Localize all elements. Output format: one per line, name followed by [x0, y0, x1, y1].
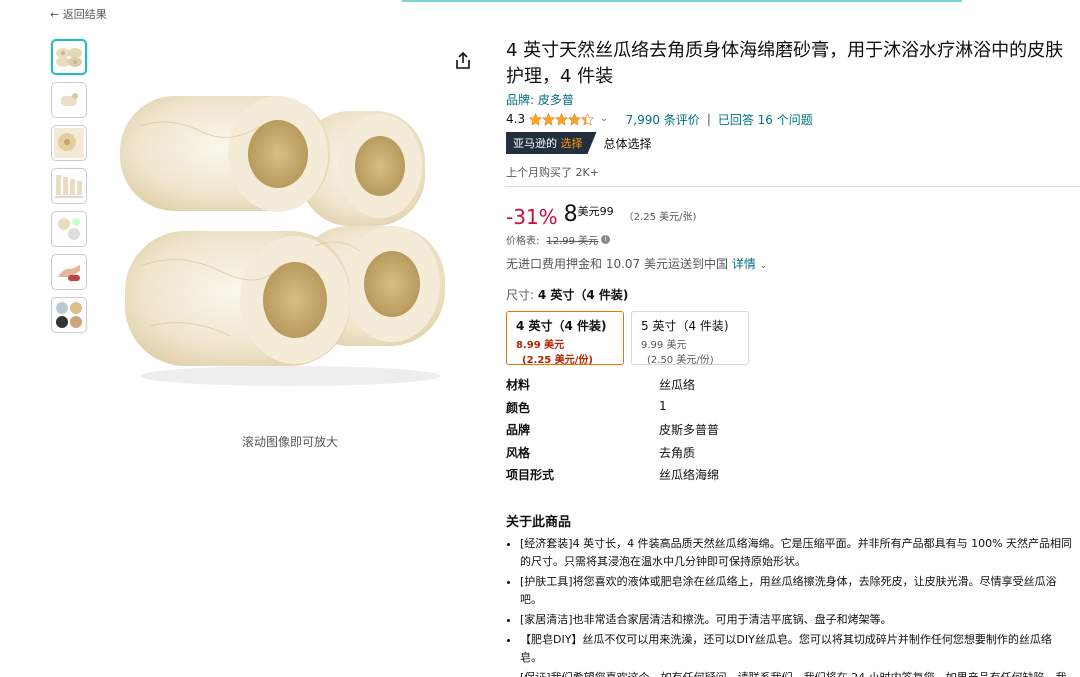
spec-row: 风格 去角质 — [506, 444, 1080, 467]
price-row: -31% 8 美元99 （2.25 美元/张) — [506, 199, 1080, 229]
about-bullet: 【肥皂DIY】丝瓜不仅可以用来洗澡，还可以DIY丝瓜皂。您可以将其切成碎片并制作… — [520, 631, 1072, 667]
loofah-image — [120, 96, 445, 386]
size-options: 4 英寸（4 件装) 8.99 美元 (2.25 美元/份) 5 英寸（4 件装… — [506, 311, 1080, 366]
size-option-unit-price: (2.50 美元/份) — [647, 355, 714, 366]
spec-row: 项目形式 丝瓜络海绵 — [506, 466, 1080, 489]
size-option-unit-price: (2.25 美元/份) — [522, 355, 593, 366]
thumbnail-image-collage — [56, 302, 82, 328]
reviews-link[interactable]: 7,990 条评价 — [626, 111, 700, 128]
spec-key: 颜色 — [506, 400, 531, 415]
spec-value: 皮斯多普普 — [659, 423, 720, 437]
spec-key: 项目形式 — [506, 468, 555, 482]
spec-key: 材料 — [506, 378, 531, 392]
list-price-label: 价格表: — [506, 236, 540, 247]
thumbnail-1[interactable] — [51, 39, 87, 75]
size-option-price: 9.99 美元 — [641, 340, 687, 351]
spec-table: 材料 丝瓜络 颜色 1 品牌 皮斯多普普 风格 去角质 项目形式 丝瓜络海绵 — [506, 376, 1080, 489]
about-bullets: [经济套装]4 英寸长，4 件装高品质天然丝瓜络海绵。它是压缩平面。并非所有产品… — [506, 535, 1072, 677]
brand-link[interactable]: 品牌: 皮多普 — [506, 91, 1080, 108]
divider — [506, 186, 1080, 187]
thumbnail-strip — [51, 39, 89, 340]
shipping-text: 无进口费用押金和 10.07 美元运送到中国 — [506, 257, 728, 271]
thumbnail-image-loofah-single — [61, 93, 78, 106]
badge-prefix: 亚马逊的 — [513, 137, 557, 150]
product-title: 4 英寸天然丝瓜络去角质身体海绵磨砂膏，用于沐浴水疗淋浴中的皮肤护理，4 件装 — [506, 40, 1064, 87]
separator: | — [706, 112, 711, 126]
star-half-icon — [581, 112, 595, 126]
star-rating[interactable] — [529, 112, 595, 126]
info-icon[interactable]: i — [601, 235, 611, 244]
discount-percent: -31% — [506, 205, 558, 229]
thumbnail-7[interactable] — [51, 297, 87, 333]
thumbnail-image-loofah-closeup — [54, 128, 84, 158]
price-fraction: 美元99 — [577, 205, 614, 218]
spec-row: 材料 丝瓜络 — [506, 376, 1080, 399]
spec-row: 颜色 1 — [506, 399, 1080, 422]
spec-row: 品牌 皮斯多普普 — [506, 421, 1080, 444]
thumbnail-2[interactable] — [51, 82, 87, 118]
overall-pick-label: 总体选择 — [603, 136, 652, 151]
size-option-price: 8.99 美元 — [516, 340, 565, 351]
about-bullet: [家居清洁]也非常适合家居清洁和擦洗。可用于清洁平底锅、盘子和烤架等。 — [520, 611, 1072, 629]
thumbnail-6[interactable] — [51, 254, 87, 290]
product-details: 4 英寸天然丝瓜络去角质身体海绵磨砂膏，用于沐浴水疗淋浴中的皮肤护理，4 件装 … — [506, 38, 1080, 677]
shipping-info: 无进口费用押金和 10.07 美元运送到中国 详情 ⌄ — [506, 255, 1080, 272]
about-heading: 关于此商品 — [506, 514, 572, 530]
list-price: 12.99 美元 — [546, 236, 599, 247]
size-option-name: 5 英寸（4 件装) — [641, 319, 729, 333]
price-whole: 8 — [563, 202, 578, 227]
rating-row: 4.3 ⌄ 7,990 条评价 | 已回答 16 个问题 — [506, 111, 1080, 127]
size-option-name: 4 英寸（4 件装) — [516, 319, 607, 333]
top-accent-bar — [402, 0, 962, 2]
star-icon — [529, 112, 543, 126]
size-option-5in[interactable]: 5 英寸（4 件装) 9.99 美元 (2.50 美元/份) — [631, 311, 749, 366]
amazons-choice-badge[interactable]: 亚马逊的 选择 — [506, 132, 597, 154]
star-icon — [568, 112, 582, 126]
badge-highlight: 选择 — [560, 137, 583, 150]
zoom-hint: 滚动图像即可放大 — [241, 435, 338, 449]
spec-key: 品牌 — [506, 423, 531, 437]
star-icon — [555, 112, 569, 126]
thumbnail-image-size-chart — [55, 175, 83, 198]
back-to-results-link[interactable]: ← 返回结果 — [50, 6, 107, 22]
spec-value: 丝瓜络 — [659, 378, 696, 392]
main-product-image[interactable] — [110, 86, 455, 396]
price-per-unit: （2.25 美元/张) — [623, 212, 697, 223]
chevron-down-icon[interactable]: ⌄ — [600, 114, 608, 124]
share-icon[interactable] — [453, 51, 473, 71]
thumbnail-3[interactable] — [51, 125, 87, 161]
thumbnail-image-hand-scrub — [54, 257, 84, 287]
star-icon — [542, 112, 556, 126]
answered-questions-link[interactable]: 已回答 16 个问题 — [718, 111, 813, 128]
size-option-4in[interactable]: 4 英寸（4 件装) 8.99 美元 (2.25 美元/份) — [506, 311, 624, 366]
about-bullet: [保证]我们希望您喜欢这个。如有任何疑问，请联系我们，我们将在 24 小时内答复… — [520, 669, 1072, 677]
size-selected-value: 4 英寸（4 件装) — [537, 288, 629, 302]
list-price-row: 价格表: 12.99 美元 i — [506, 232, 1080, 247]
spec-value: 去角质 — [659, 445, 696, 460]
thumbnail-4[interactable] — [51, 168, 87, 204]
thumbnail-5[interactable] — [51, 211, 87, 247]
choice-row: 亚马逊的 选择 总体选择 — [506, 132, 1080, 154]
rating-score: 4.3 — [506, 112, 526, 126]
thumbnail-image-loofah — [56, 48, 82, 67]
spec-value: 丝瓜络海绵 — [659, 468, 720, 482]
spec-value: 1 — [659, 398, 667, 413]
bought-last-month: 上个月购买了 2K+ — [506, 166, 599, 179]
thumbnail-image-usage — [58, 218, 80, 240]
spec-key: 风格 — [506, 445, 531, 460]
size-label: 尺寸: — [506, 288, 535, 302]
chevron-down-icon[interactable]: ⌄ — [760, 261, 768, 271]
about-bullet: [经济套装]4 英寸长，4 件装高品质天然丝瓜络海绵。它是压缩平面。并非所有产品… — [520, 535, 1072, 571]
shipping-details-link[interactable]: 详情 — [732, 257, 756, 271]
about-bullet: [护肤工具]将您喜欢的液体或肥皂涂在丝瓜络上，用丝瓜络擦洗身体，去除死皮，让皮肤… — [520, 573, 1072, 609]
size-selector-label: 尺寸: 4 英寸（4 件装) — [506, 286, 1080, 303]
